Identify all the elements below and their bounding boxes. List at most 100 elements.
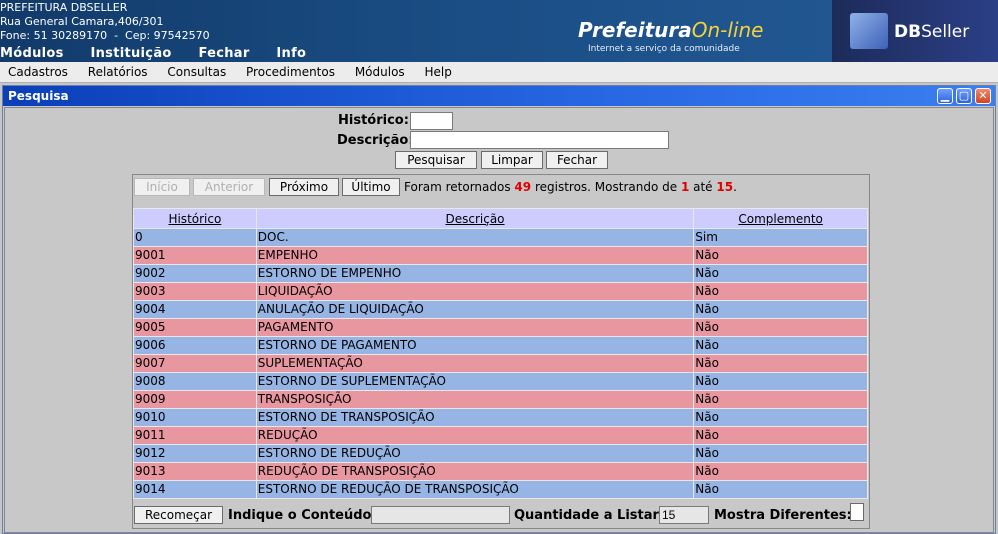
results-table: Histórico Descrição Complemento 0 DOC. Sim… [133,208,868,499]
cell-descricao[interactable]: LIQUIDAÇÃO [255,282,695,301]
top-menu-modulos[interactable]: Módulos [0,46,64,61]
table-row[interactable]: 9013 REDUÇÃO DE TRANSPOSIÇÃO Não [133,462,868,481]
cell-historico[interactable]: 9011 [133,426,257,445]
menu-procedimentos[interactable]: Procedimentos [238,62,343,82]
cell-complemento[interactable]: Não [693,372,868,391]
recomecar-button[interactable]: Recomeçar [134,506,223,524]
cell-descricao[interactable]: ANULAÇÃO DE LIQUIDAÇÃO [255,300,695,319]
cell-historico[interactable]: 9005 [133,318,257,337]
cell-descricao[interactable]: PAGAMENTO [255,318,695,337]
cell-historico[interactable]: 9013 [133,462,257,481]
table-row[interactable]: 9010 ESTORNO DE TRANSPOSIÇÃO Não [133,408,868,427]
cell-complemento[interactable]: Não [693,318,868,337]
dbseller-logo: DBSeller [832,0,998,62]
table-row[interactable]: 0 DOC. Sim [133,228,868,247]
cell-historico[interactable]: 9003 [133,282,257,301]
cell-complemento[interactable]: Não [693,246,868,265]
cell-complemento[interactable]: Não [693,408,868,427]
table-row[interactable]: 9012 ESTORNO DE REDUÇÃO Não [133,444,868,463]
ultimo-button[interactable]: Último [342,178,400,196]
cell-descricao[interactable]: ESTORNO DE TRANSPOSIÇÃO [255,408,695,427]
cell-historico[interactable]: 0 [133,228,257,247]
column-header-complemento[interactable]: Complemento [693,208,868,229]
column-header-historico[interactable]: Histórico [133,208,257,229]
minimize-icon[interactable]: ▁ [937,88,953,104]
historico-input[interactable] [410,112,453,130]
limpar-button[interactable]: Limpar [481,151,543,169]
table-row[interactable]: 9009 TRANSPOSIÇÃO Não [133,390,868,409]
cell-complemento[interactable]: Não [693,264,868,283]
descricao-input[interactable] [410,131,669,149]
quantidade-input[interactable] [659,506,709,524]
cell-descricao[interactable]: DOC. [255,228,695,247]
menu-help[interactable]: Help [417,62,460,82]
cell-descricao[interactable]: ESTORNO DE REDUÇÃO [255,444,695,463]
cell-descricao[interactable]: ESTORNO DE REDUÇÃO DE TRANSPOSIÇÃO [255,480,695,499]
proximo-button[interactable]: Próximo [269,178,339,196]
descricao-label: Descrição: [337,133,414,148]
cell-complemento[interactable]: Não [693,300,868,319]
quantidade-label: Quantidade a Listar: [514,508,665,523]
cell-descricao[interactable]: REDUÇÃO [255,426,695,445]
menu-modulos[interactable]: Módulos [347,62,413,82]
cell-complemento[interactable]: Não [693,444,868,463]
indique-input[interactable] [371,506,510,524]
cell-historico[interactable]: 9007 [133,354,257,373]
cell-historico[interactable]: 9008 [133,372,257,391]
top-menu-instituicao[interactable]: Instituição [90,46,171,61]
inicio-button[interactable]: Início [134,178,190,196]
menu-cadastros[interactable]: Cadastros [0,62,76,82]
window-titlebar[interactable]: Pesquisa ▁ ▢ ✕ [3,86,995,106]
table-row[interactable]: 9006 ESTORNO DE PAGAMENTO Não [133,336,868,355]
cell-historico[interactable]: 9006 [133,336,257,355]
cell-descricao[interactable]: EMPENHO [255,246,695,265]
table-body: 0 DOC. Sim 9001 EMPENHO Não 9002 ESTORNO DE EMP… [133,228,868,499]
cell-descricao[interactable]: ESTORNO DE PAGAMENTO [255,336,695,355]
table-row[interactable]: 9014 ESTORNO DE REDUÇÃO DE TRANSPOSIÇÃO Nã… [133,480,868,499]
cell-descricao[interactable]: TRANSPOSIÇÃO [255,390,695,409]
table-row[interactable]: 9004 ANULAÇÃO DE LIQUIDAÇÃO Não [133,300,868,319]
cell-historico[interactable]: 9012 [133,444,257,463]
cell-complemento[interactable]: Não [693,480,868,499]
table-row[interactable]: 9002 ESTORNO DE EMPENHO Não [133,264,868,283]
table-row[interactable]: 9008 ESTORNO DE SUPLEMENTAÇÃO Não [133,372,868,391]
cell-descricao[interactable]: ESTORNO DE EMPENHO [255,264,695,283]
cell-complemento[interactable]: Sim [693,228,868,247]
cell-historico[interactable]: 9001 [133,246,257,265]
cell-complemento[interactable]: Não [693,462,868,481]
maximize-icon[interactable]: ▢ [956,88,972,104]
menu-consultas[interactable]: Consultas [159,62,234,82]
cell-historico[interactable]: 9010 [133,408,257,427]
column-header-descricao[interactable]: Descrição [255,208,695,229]
cell-descricao[interactable]: REDUÇÃO DE TRANSPOSIÇÃO [255,462,695,481]
pesquisa-window: Pesquisa ▁ ▢ ✕ Histórico: Descrição: Pes… [2,85,996,534]
cell-descricao[interactable]: ESTORNO DE SUPLEMENTAÇÃO [255,372,695,391]
cell-complemento[interactable]: Não [693,390,868,409]
window-title: Pesquisa [8,89,69,103]
mostra-diferentes-checkbox[interactable] [850,503,864,521]
cell-complemento[interactable]: Não [693,354,868,373]
close-icon[interactable]: ✕ [975,88,991,104]
table-row[interactable]: 9007 SUPLEMENTAÇÃO Não [133,354,868,373]
cell-descricao[interactable]: SUPLEMENTAÇÃO [255,354,695,373]
vendor-logo-bold: DB [894,22,922,42]
top-menu-info[interactable]: Info [276,46,306,61]
table-row[interactable]: 9005 PAGAMENTO Não [133,318,868,337]
top-menu-fechar[interactable]: Fechar [198,46,249,61]
cell-historico[interactable]: 9004 [133,300,257,319]
table-row[interactable]: 9003 LIQUIDAÇÃO Não [133,282,868,301]
anterior-button[interactable]: Anterior [193,178,265,196]
menu-relatorios[interactable]: Relatórios [80,62,156,82]
cell-historico[interactable]: 9009 [133,390,257,409]
cell-historico[interactable]: 9014 [133,480,257,499]
table-row[interactable]: 9001 EMPENHO Não [133,246,868,265]
fechar-button[interactable]: Fechar [546,151,608,169]
cell-complemento[interactable]: Não [693,336,868,355]
cell-complemento[interactable]: Não [693,282,868,301]
cell-complemento[interactable]: Não [693,426,868,445]
dbseller-logo-icon [850,13,888,49]
cell-historico[interactable]: 9002 [133,264,257,283]
pesquisar-button[interactable]: Pesquisar [395,151,477,169]
table-row[interactable]: 9011 REDUÇÃO Não [133,426,868,445]
table-header-row: Histórico Descrição Complemento [133,208,868,229]
